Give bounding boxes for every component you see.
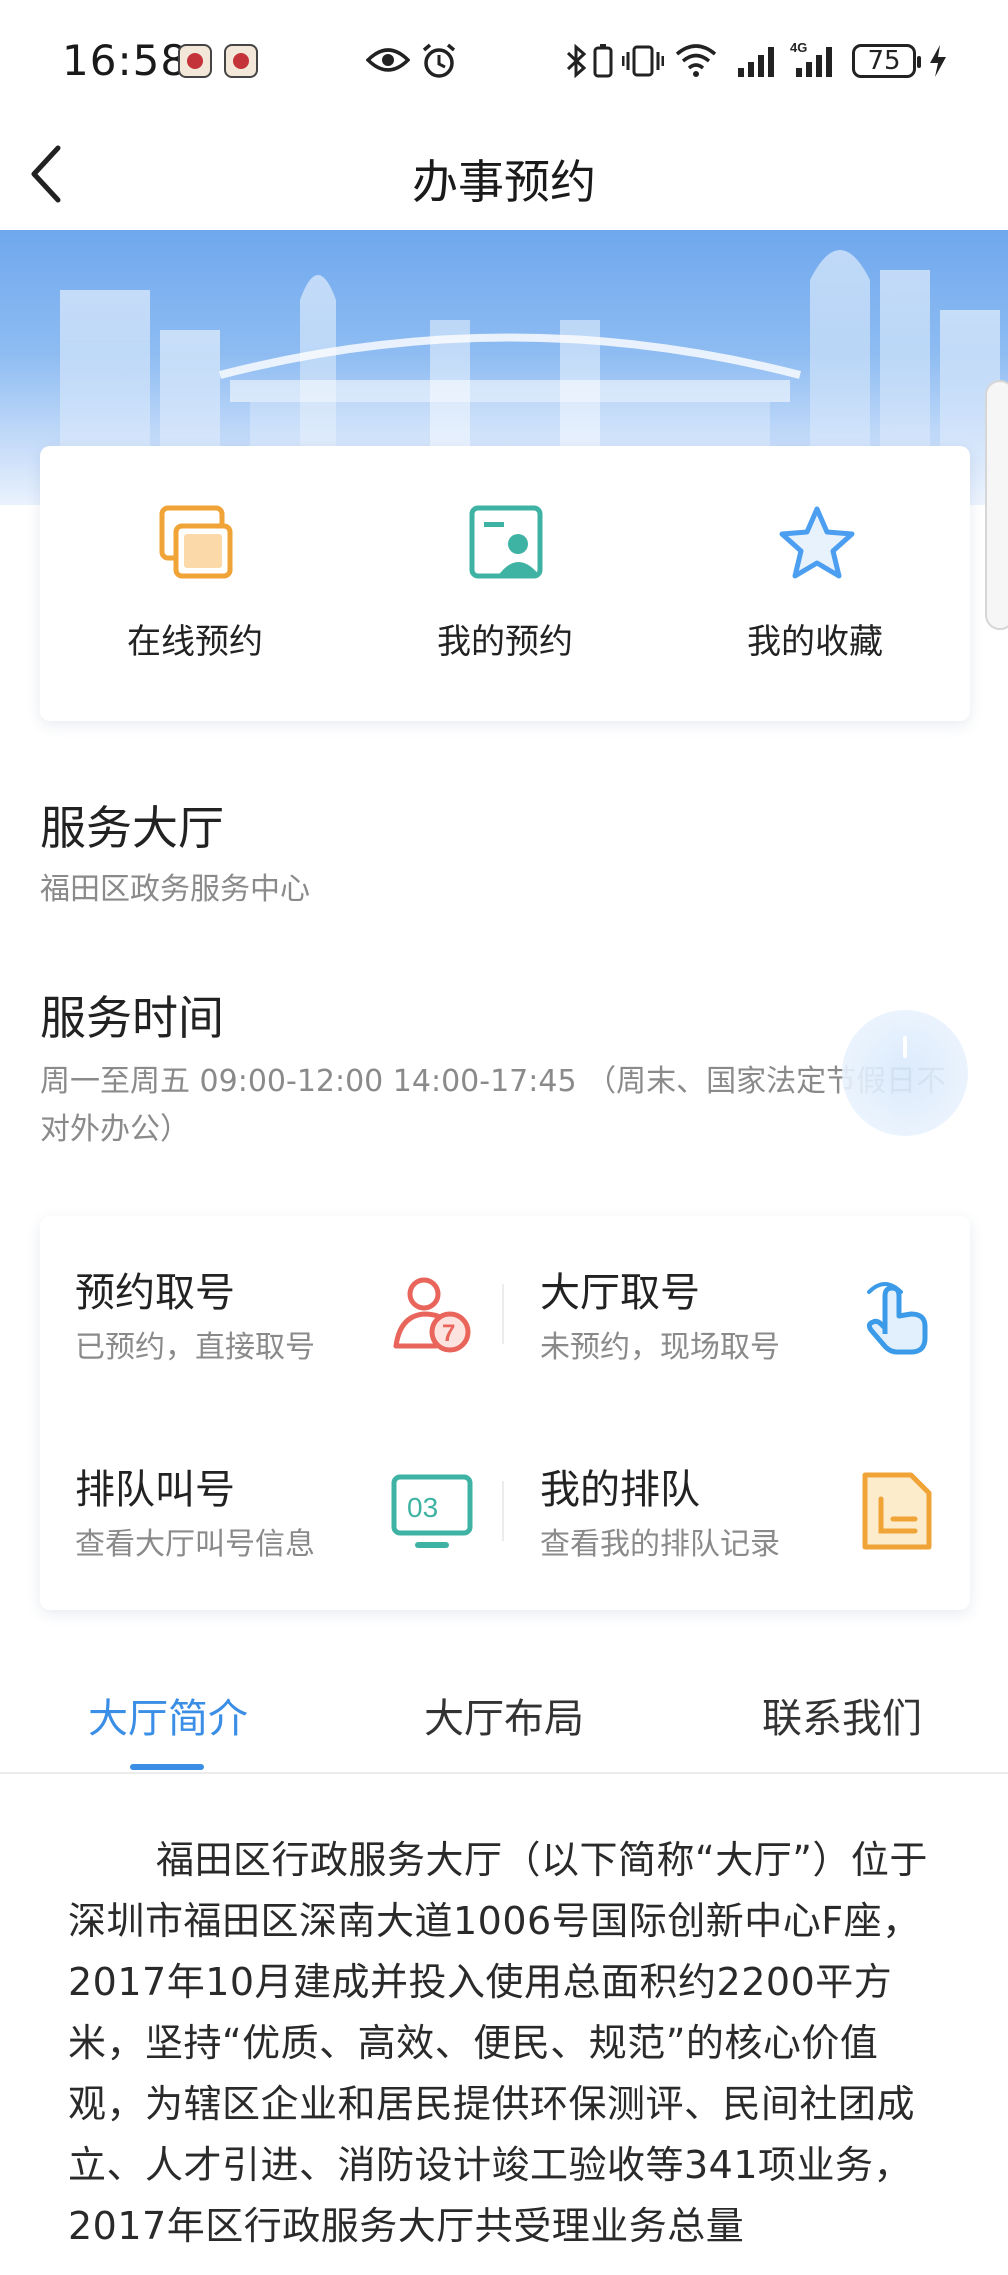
my-booking-label: 我的预约 <box>437 622 573 662</box>
wifi-icon <box>675 44 717 77</box>
my-queue-button[interactable]: 我的排队 查看我的排队记录 <box>505 1413 970 1610</box>
hours-section-title: 服务时间 <box>40 991 224 1045</box>
svg-text:4G: 4G <box>790 40 807 55</box>
queue-item-subtitle: 查看我的排队记录 <box>540 1527 780 1562</box>
divider <box>502 1284 504 1344</box>
queue-item-title: 排队叫号 <box>75 1467 235 1513</box>
hall-name: 福田区政务服务中心 <box>40 872 310 907</box>
bluetooth-icon <box>566 44 587 78</box>
booking-take-number-button[interactable]: 预约取号 已预约，直接取号 7 <box>40 1216 505 1413</box>
queue-item-title: 预约取号 <box>75 1270 235 1316</box>
signal-icon <box>738 47 774 77</box>
side-drawer-handle[interactable] <box>985 380 1008 630</box>
tap-hand-icon <box>866 1282 928 1355</box>
status-time: 16:58 <box>62 36 189 85</box>
nav-bar: 办事预约 <box>0 118 1008 230</box>
online-booking-label: 在线预约 <box>127 622 263 662</box>
quick-actions-card: 在线预约 我的预约 我的收藏 <box>40 446 970 721</box>
queue-item-subtitle: 查看大厅叫号信息 <box>75 1527 315 1562</box>
my-favorites-label: 我的收藏 <box>747 622 883 662</box>
active-tab-indicator <box>130 1764 204 1770</box>
app-notification-icon <box>224 44 258 78</box>
online-booking-button[interactable]: 在线预约 <box>40 446 350 721</box>
my-booking-icon <box>469 505 543 579</box>
page-title: 办事预约 <box>412 155 596 209</box>
queue-item-subtitle: 未预约，现场取号 <box>540 1330 780 1365</box>
floating-action-button[interactable] <box>842 1010 968 1136</box>
queue-calling-button[interactable]: 排队叫号 查看大厅叫号信息 03 <box>40 1413 505 1610</box>
my-favorites-button[interactable]: 我的收藏 <box>660 446 970 721</box>
app-notification-icon <box>178 44 212 78</box>
vibrate-icon <box>622 45 664 77</box>
tab-hall-layout[interactable]: 大厅布局 <box>424 1686 584 1744</box>
tab-bar: 大厅简介 大厅布局 联系我们 <box>0 1660 1008 1774</box>
divider <box>502 1481 504 1541</box>
queue-item-title: 大厅取号 <box>540 1270 700 1316</box>
4g-signal-icon: 4G <box>790 40 832 77</box>
monitor-number-text: 03 <box>407 1492 438 1523</box>
take-number-icon: 7 <box>393 1277 471 1353</box>
hall-intro-text: 福田区行政服务大厅（以下简称“大厅”）位于深圳市福田区深南大道1006号国际创新… <box>68 1838 928 2248</box>
hall-section-title: 服务大厅 <box>40 801 224 855</box>
hall-take-number-button[interactable]: 大厅取号 未预约，现场取号 <box>505 1216 970 1413</box>
alarm-icon <box>422 43 456 78</box>
tab-contact-us[interactable]: 联系我们 <box>762 1686 922 1744</box>
my-booking-button[interactable]: 我的预约 <box>350 446 660 721</box>
charging-icon <box>930 45 946 77</box>
monitor-number-icon: 03 <box>391 1474 473 1548</box>
svg-text:7: 7 <box>442 1320 455 1347</box>
tab-hall-intro[interactable]: 大厅简介 <box>88 1686 248 1744</box>
queue-item-title: 我的排队 <box>540 1467 700 1513</box>
hours-text: 周一至周五 09:00-12:00 14:00-17:45 （周末、国家法定节假… <box>40 1064 947 1147</box>
star-icon <box>779 506 855 579</box>
eye-icon <box>366 48 410 72</box>
battery-small-icon <box>593 44 613 78</box>
status-bar: 16:58 4G 75 <box>0 0 1008 118</box>
queue-actions-card: 预约取号 已预约，直接取号 7 大厅取号 未预约，现场取号 排队叫号 查看大厅叫… <box>40 1216 970 1610</box>
queue-item-subtitle: 已预约，直接取号 <box>75 1330 315 1365</box>
battery-icon: 75 <box>852 44 921 78</box>
queue-record-icon <box>862 1472 932 1550</box>
online-booking-icon <box>159 505 233 579</box>
